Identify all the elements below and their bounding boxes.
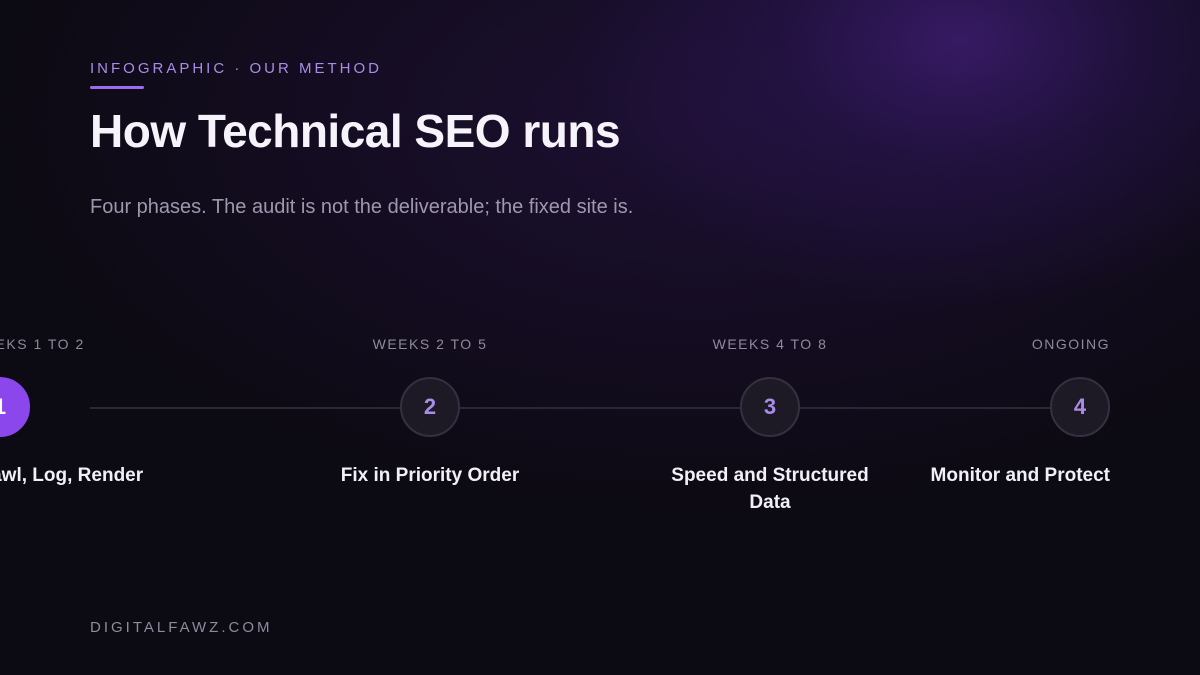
phase-3-when: WEEKS 4 TO 8 [712,336,828,352]
page-title: How Technical SEO runs [90,105,621,157]
phase-2-name: Fix in Priority Order [340,465,520,486]
timeline-track [90,407,1110,409]
phase-3-name: Speed and Structured Data [671,465,869,513]
phase-4-when: ONGOING [1031,336,1110,352]
phase-1-node: 1 [0,377,30,437]
phase-3-node: 3 [740,377,800,437]
eyebrow-label: INFOGRAPHIC · OUR METHOD [90,60,382,77]
phase-1-when: WEEKS 1 TO 2 [0,336,85,352]
phase-4-node: 4 [1050,377,1110,437]
phase-1-name: Crawl, Log, Render [0,465,144,486]
page-subtitle: Four phases. The audit is not the delive… [90,196,634,218]
eyebrow-underline [90,86,144,89]
phase-2-when: WEEKS 2 TO 5 [372,336,488,352]
phase-4-name: Monitor and Protect [930,465,1110,486]
footer-site-label: DIGITALFAWZ.COM [90,619,273,636]
infographic-canvas: INFOGRAPHIC · OUR METHOD How Technical S… [0,0,1200,675]
phase-2-node: 2 [400,377,460,437]
